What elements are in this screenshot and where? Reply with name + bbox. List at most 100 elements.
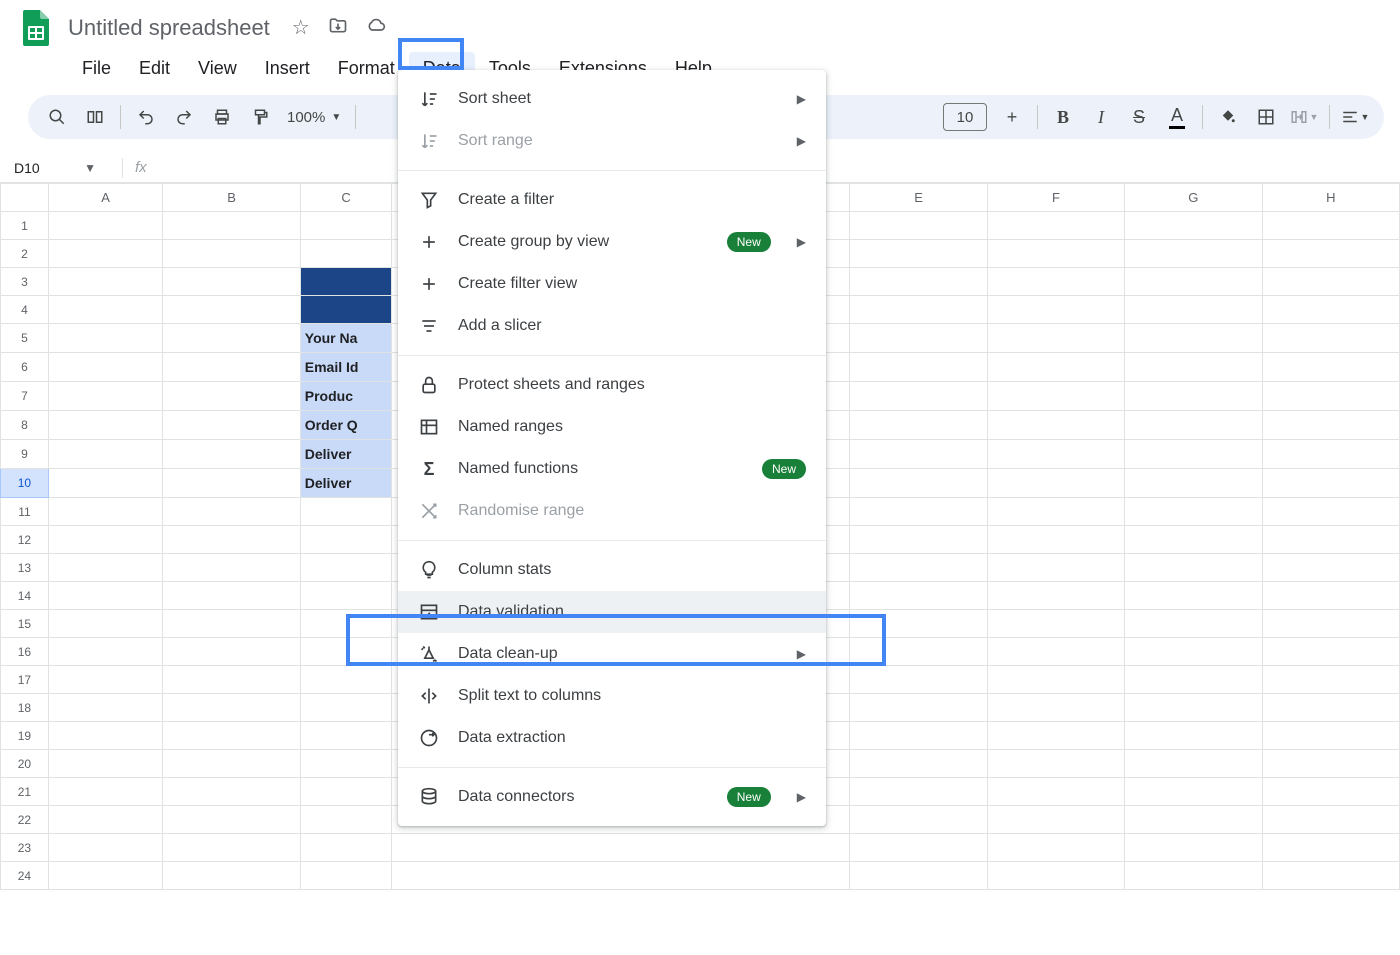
cell[interactable]: [48, 778, 163, 806]
cell[interactable]: [987, 296, 1124, 324]
cell[interactable]: [987, 268, 1124, 296]
cloud-status-icon[interactable]: [366, 15, 386, 41]
cell[interactable]: [48, 382, 163, 411]
menu-view[interactable]: View: [184, 52, 251, 85]
row-header[interactable]: 21: [1, 778, 49, 806]
cell[interactable]: [1125, 324, 1262, 353]
cell[interactable]: [1125, 498, 1262, 526]
col-header[interactable]: A: [48, 184, 163, 212]
cell[interactable]: [48, 834, 163, 862]
cell[interactable]: [48, 440, 163, 469]
menu-item-sort-sheet[interactable]: Sort sheet▶: [398, 78, 826, 120]
row-header[interactable]: 16: [1, 638, 49, 666]
cell[interactable]: [300, 268, 392, 296]
cell[interactable]: [48, 353, 163, 382]
cell[interactable]: [1262, 268, 1399, 296]
cell[interactable]: [48, 296, 163, 324]
cell[interactable]: [300, 806, 392, 834]
redo-icon[interactable]: [167, 100, 201, 134]
row-header[interactable]: 15: [1, 610, 49, 638]
cell[interactable]: [163, 778, 300, 806]
merge-cells-icon[interactable]: ▼: [1287, 100, 1321, 134]
cell[interactable]: [48, 750, 163, 778]
cell[interactable]: [48, 554, 163, 582]
cell[interactable]: [987, 554, 1124, 582]
menu-item-protect-sheets-and-ranges[interactable]: Protect sheets and ranges: [398, 364, 826, 406]
cell[interactable]: [163, 834, 300, 862]
cell[interactable]: [48, 610, 163, 638]
cell[interactable]: [300, 554, 392, 582]
row-header[interactable]: 10: [1, 469, 49, 498]
borders-icon[interactable]: [1249, 100, 1283, 134]
cell[interactable]: [987, 750, 1124, 778]
italic-icon[interactable]: I: [1084, 100, 1118, 134]
select-all-corner[interactable]: [1, 184, 49, 212]
cell[interactable]: [163, 722, 300, 750]
cell[interactable]: [850, 411, 987, 440]
cell[interactable]: [987, 806, 1124, 834]
cell[interactable]: [1262, 554, 1399, 582]
cell[interactable]: [48, 240, 163, 268]
cell[interactable]: [163, 694, 300, 722]
cell[interactable]: [300, 296, 392, 324]
cell[interactable]: [987, 666, 1124, 694]
cell[interactable]: [163, 750, 300, 778]
cell[interactable]: [987, 582, 1124, 610]
cell[interactable]: Produc: [300, 382, 392, 411]
menu-item-create-group-by-view[interactable]: Create group by viewNew▶: [398, 221, 826, 263]
row-header[interactable]: 12: [1, 526, 49, 554]
cell[interactable]: Order Q: [300, 411, 392, 440]
cell[interactable]: [163, 353, 300, 382]
cell[interactable]: [850, 666, 987, 694]
cell[interactable]: [163, 268, 300, 296]
cell[interactable]: [850, 382, 987, 411]
increase-font-icon[interactable]: +: [995, 100, 1029, 134]
cell[interactable]: [300, 750, 392, 778]
cell[interactable]: [48, 212, 163, 240]
cell[interactable]: [1262, 834, 1399, 862]
print-icon[interactable]: [205, 100, 239, 134]
menu-file[interactable]: File: [68, 52, 125, 85]
cell[interactable]: [1262, 526, 1399, 554]
cell[interactable]: [48, 469, 163, 498]
row-header[interactable]: 13: [1, 554, 49, 582]
menu-format[interactable]: Format: [324, 52, 409, 85]
cell[interactable]: [987, 498, 1124, 526]
cell[interactable]: [987, 862, 1124, 890]
cell[interactable]: [48, 324, 163, 353]
cell[interactable]: [1125, 638, 1262, 666]
cell[interactable]: [850, 806, 987, 834]
row-header[interactable]: 20: [1, 750, 49, 778]
cell[interactable]: [850, 296, 987, 324]
cell[interactable]: [1125, 778, 1262, 806]
star-icon[interactable]: ☆: [292, 15, 310, 41]
col-header[interactable]: C: [300, 184, 392, 212]
menu-item-named-functions[interactable]: ΣNamed functionsNew: [398, 448, 826, 490]
strikethrough-icon[interactable]: S: [1122, 100, 1156, 134]
cell[interactable]: [850, 638, 987, 666]
cell[interactable]: [48, 498, 163, 526]
cell[interactable]: [1125, 834, 1262, 862]
row-header[interactable]: 22: [1, 806, 49, 834]
cell[interactable]: [850, 778, 987, 806]
cell[interactable]: [987, 212, 1124, 240]
cell[interactable]: [1262, 296, 1399, 324]
cell[interactable]: [1262, 806, 1399, 834]
bold-icon[interactable]: B: [1046, 100, 1080, 134]
row-header[interactable]: 2: [1, 240, 49, 268]
row-header[interactable]: 23: [1, 834, 49, 862]
row-header[interactable]: 17: [1, 666, 49, 694]
col-header[interactable]: F: [987, 184, 1124, 212]
cell[interactable]: [850, 268, 987, 296]
cell[interactable]: [300, 526, 392, 554]
cell[interactable]: [850, 582, 987, 610]
cell[interactable]: [1262, 666, 1399, 694]
menu-insert[interactable]: Insert: [251, 52, 324, 85]
col-header[interactable]: B: [163, 184, 300, 212]
cell[interactable]: [163, 411, 300, 440]
cell[interactable]: [163, 638, 300, 666]
cell[interactable]: [850, 862, 987, 890]
cell[interactable]: [392, 834, 850, 862]
cell[interactable]: [1125, 694, 1262, 722]
col-header[interactable]: G: [1125, 184, 1262, 212]
